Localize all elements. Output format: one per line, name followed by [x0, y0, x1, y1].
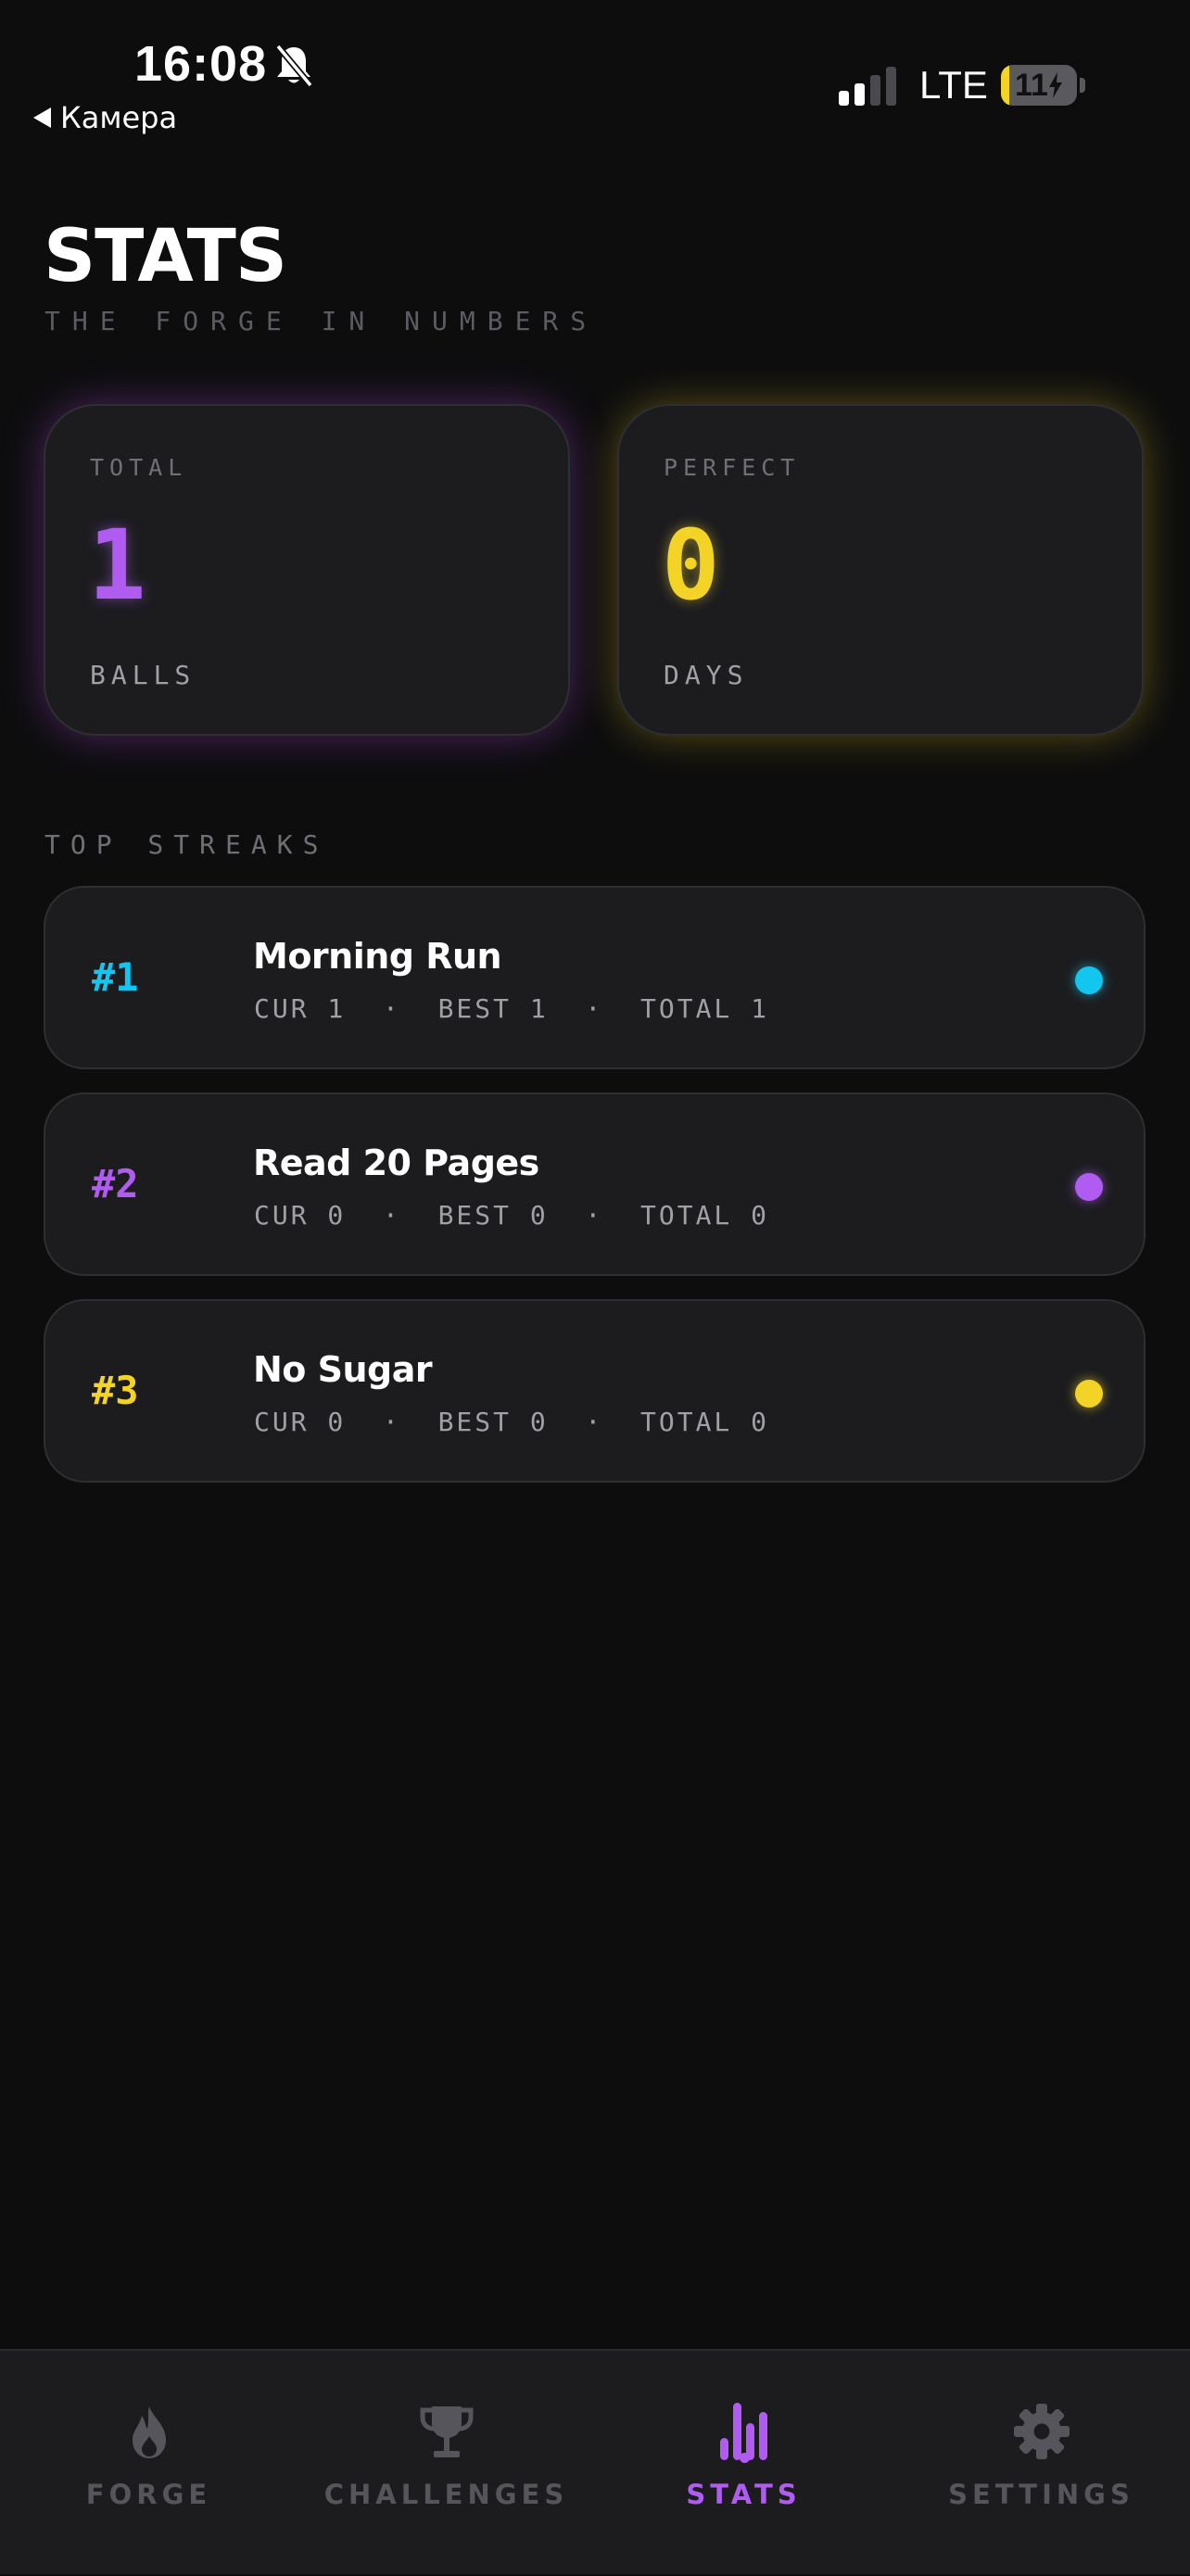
- tab-forge[interactable]: FORGE: [0, 2351, 298, 2576]
- stat-label: PERFECT: [664, 454, 801, 481]
- bell-slash-icon: [275, 44, 313, 88]
- stat-value: 1: [88, 509, 146, 622]
- signal-icon: [839, 67, 896, 106]
- streak-meta: CUR 1 · BEST 1 · TOTAL 1: [254, 993, 770, 1024]
- tab-label: FORGE: [85, 2479, 212, 2510]
- status-time: 16:08: [134, 36, 268, 92]
- streak-meta: CUR 0 · BEST 0 · TOTAL 0: [254, 1407, 770, 1437]
- streak-name: Morning Run: [253, 936, 502, 977]
- tab-label: STATS: [686, 2479, 802, 2510]
- gear-icon: [1009, 2395, 1074, 2460]
- page-title: STATS: [44, 215, 287, 298]
- perfect-days-card: PERFECT 0 DAYS: [617, 404, 1144, 736]
- network-label: LTE: [919, 63, 988, 107]
- streak-color-dot: [1075, 966, 1103, 994]
- streak-rank: #1: [92, 954, 139, 1000]
- top-streaks-heading: TOP STREAKS: [44, 829, 329, 860]
- tab-stats[interactable]: STATS: [595, 2351, 892, 2576]
- stat-value: 0: [662, 509, 720, 622]
- streak-name: Read 20 Pages: [253, 1143, 539, 1183]
- streak-card-morning-run[interactable]: #1 Morning Run CUR 1 · BEST 1 · TOTAL 1: [44, 886, 1146, 1069]
- streak-card-read-20-pages[interactable]: #2 Read 20 Pages CUR 0 · BEST 0 · TOTAL …: [44, 1092, 1146, 1276]
- flame-icon: [117, 2395, 182, 2460]
- tab-label: CHALLENGES: [323, 2479, 569, 2510]
- tab-label: SETTINGS: [948, 2479, 1134, 2510]
- back-to-camera-link[interactable]: Камера: [33, 100, 177, 135]
- tab-bar: FORGE CHALLENGES STATS SETTINGS: [0, 2349, 1190, 2574]
- streak-card-no-sugar[interactable]: #3 No Sugar CUR 0 · BEST 0 · TOTAL 0: [44, 1299, 1146, 1483]
- tab-challenges[interactable]: CHALLENGES: [298, 2351, 595, 2576]
- trophy-icon: [414, 2395, 479, 2460]
- streak-meta: CUR 0 · BEST 0 · TOTAL 0: [254, 1200, 770, 1231]
- battery-cap: [1080, 78, 1085, 93]
- stat-label: TOTAL: [90, 454, 188, 481]
- streak-name: No Sugar: [253, 1349, 433, 1390]
- page-subtitle: THE FORGE IN NUMBERS: [44, 306, 599, 336]
- streak-color-dot: [1075, 1380, 1103, 1408]
- charging-bolt-icon: [1048, 72, 1062, 98]
- total-balls-card: TOTAL 1 BALLS: [44, 404, 570, 736]
- bar-chart-icon: [712, 2395, 777, 2460]
- active-tab-indicator: [740, 2453, 750, 2463]
- stat-unit: BALLS: [90, 660, 196, 690]
- battery-level-text: 11: [1015, 67, 1048, 103]
- battery-indicator: 11: [1001, 65, 1077, 106]
- back-label: Камера: [60, 100, 178, 135]
- streak-color-dot: [1075, 1173, 1103, 1201]
- streak-rank: #3: [92, 1368, 139, 1413]
- stat-unit: DAYS: [664, 660, 749, 690]
- streak-rank: #2: [92, 1161, 139, 1206]
- back-arrow-icon: [33, 107, 51, 128]
- tab-settings[interactable]: SETTINGS: [892, 2351, 1190, 2576]
